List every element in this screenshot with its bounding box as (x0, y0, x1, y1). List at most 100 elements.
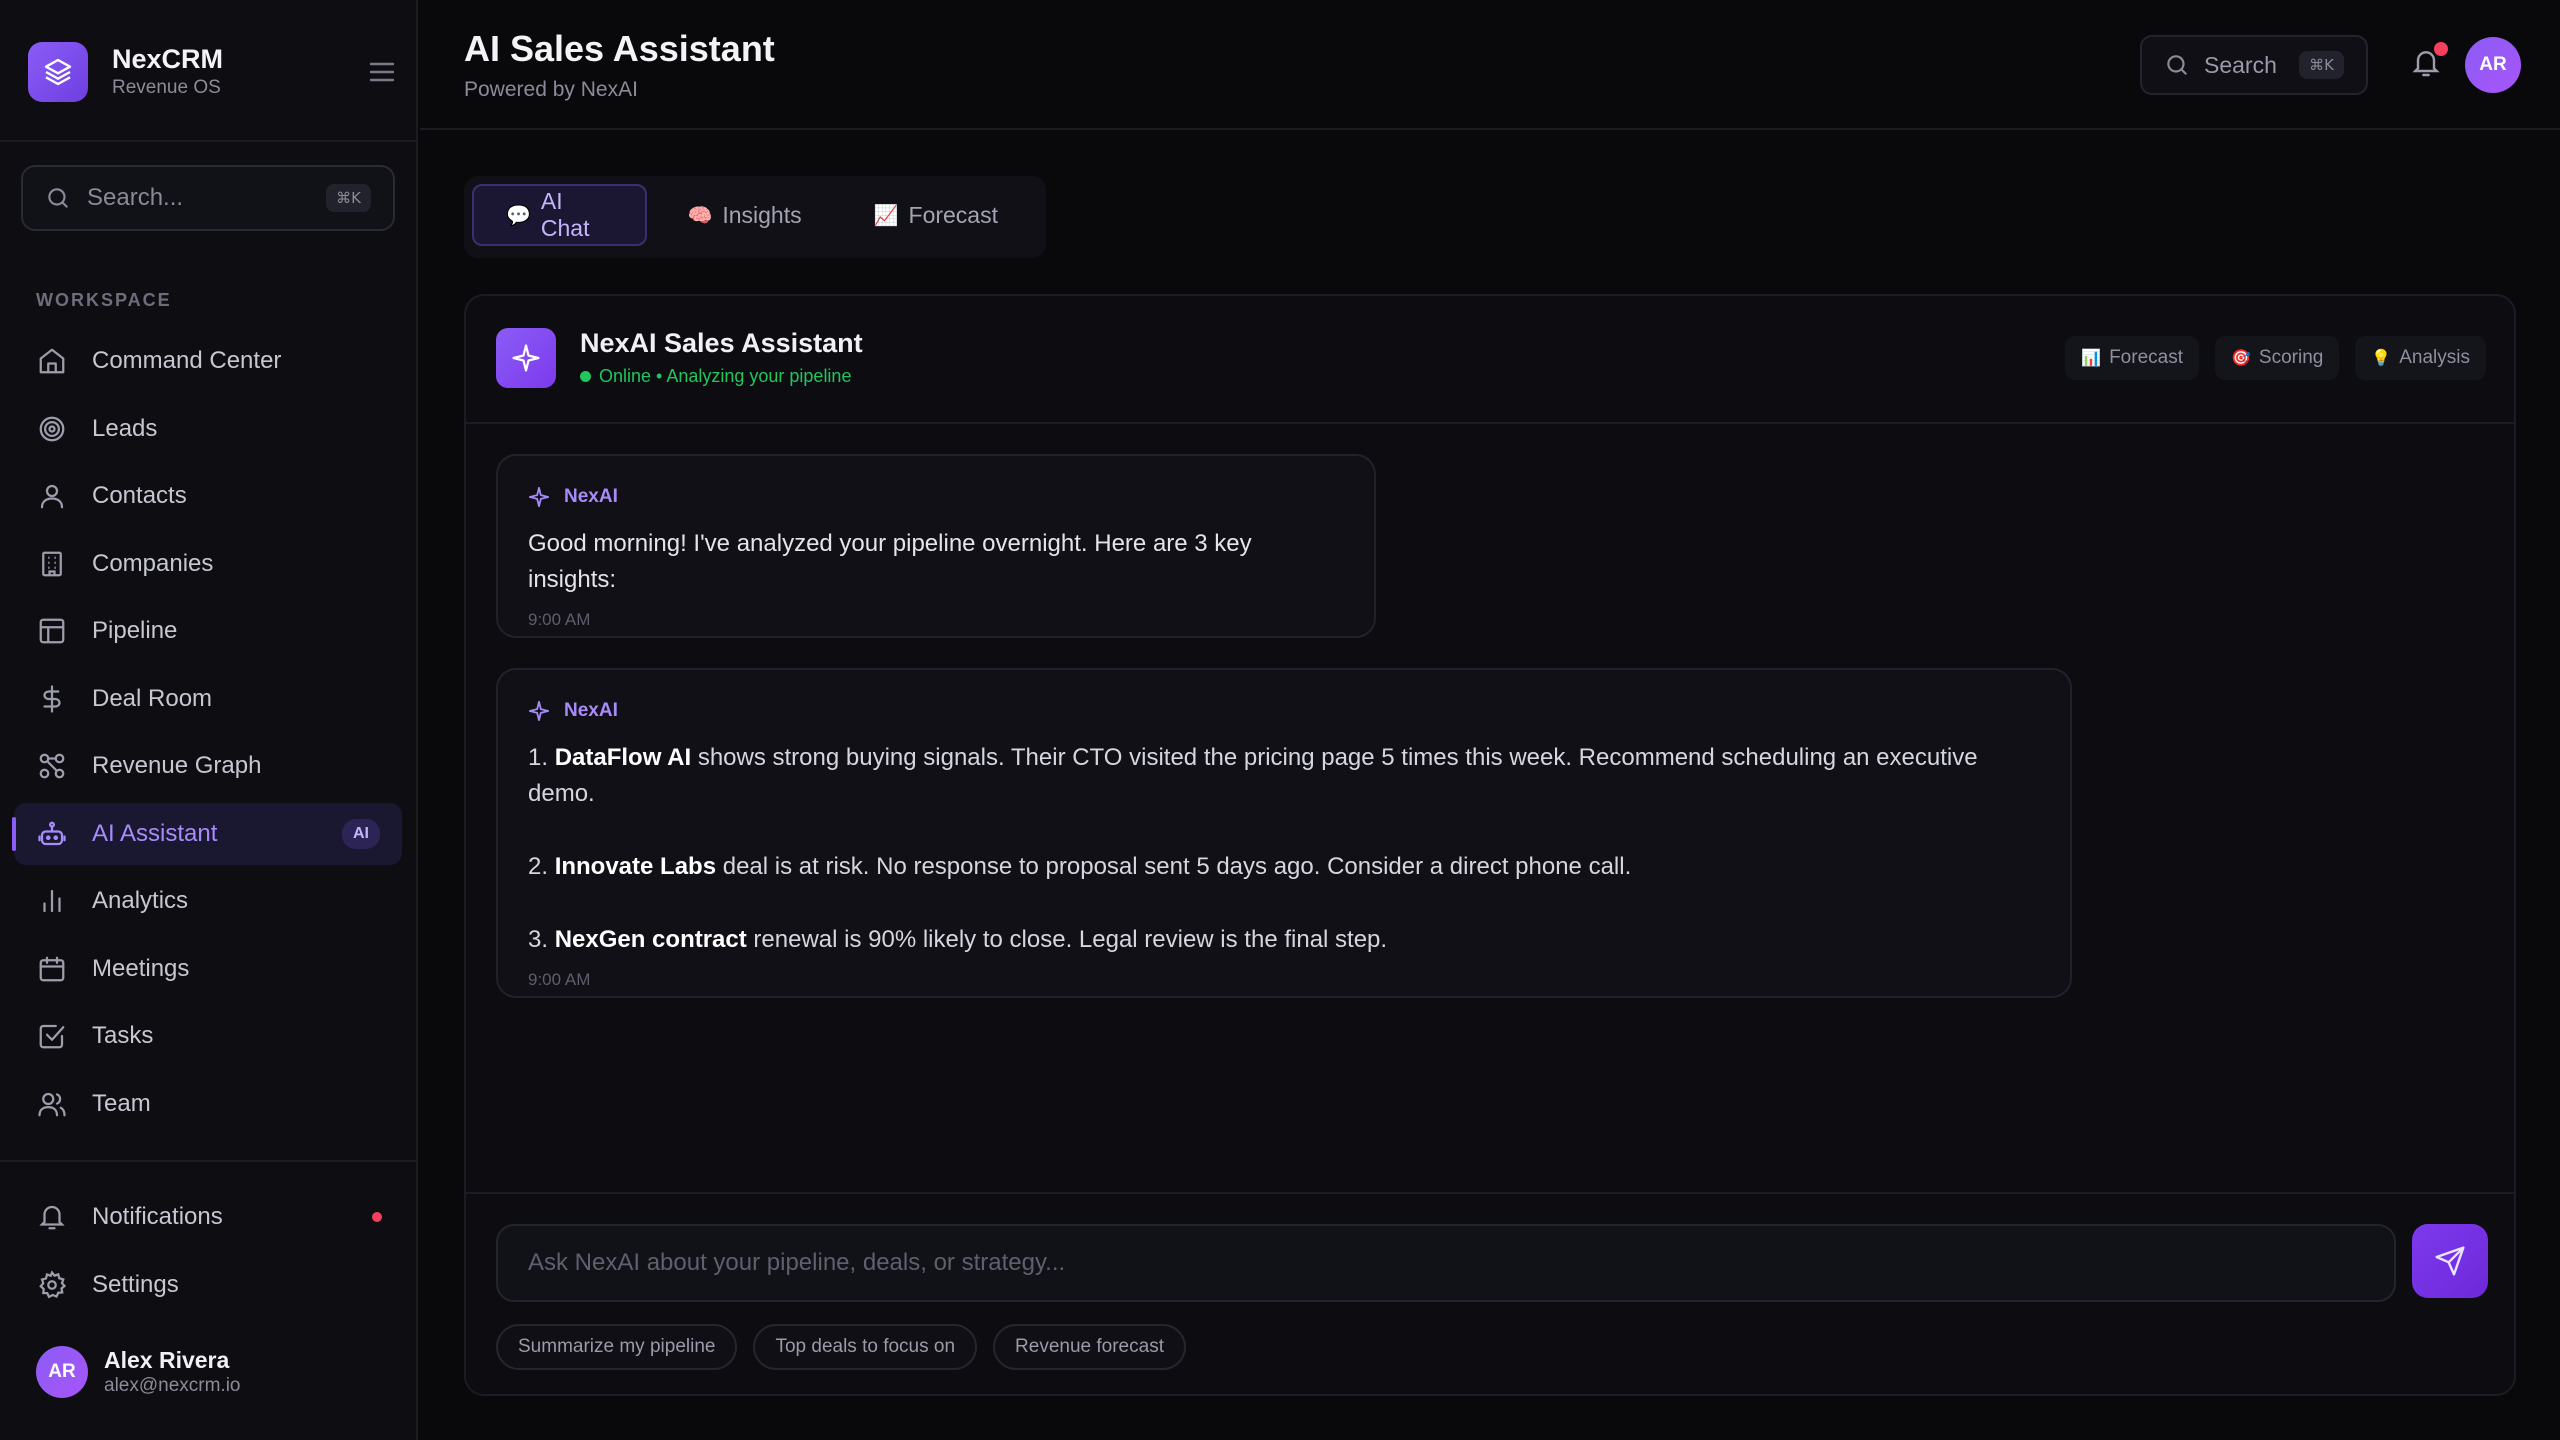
user-icon (36, 480, 68, 512)
sidebar-item-revenue-graph[interactable]: Revenue Graph (14, 735, 402, 797)
trend-chart-icon: 📈 (873, 204, 899, 227)
tab-forecast[interactable]: 📈 Forecast (842, 184, 1030, 246)
insight-number: 1. (528, 744, 549, 771)
insight-text: deal is at risk. No response to proposal… (722, 853, 1632, 880)
suggestion-top-deals[interactable]: Top deals to focus on (753, 1324, 978, 1370)
graph-icon (36, 750, 68, 782)
sidebar-item-label: Leads (92, 414, 158, 442)
sidebar-divider (0, 140, 418, 142)
sparkle-icon (528, 700, 564, 722)
message-sender: NexAI (528, 700, 2040, 722)
assistant-mode-chips: 📊 Forecast 🎯 Scoring 💡 Analysis (2049, 336, 2486, 380)
insight-item: 3. NexGen contract renewal is 90% likely… (528, 922, 2040, 958)
sidebar-item-ai-assistant[interactable]: AI Assistant AI (12, 802, 402, 865)
gear-icon (36, 1269, 68, 1301)
calendar-icon (36, 953, 68, 985)
user-profile[interactable]: AR Alex Rivera alex@nexcrm.io (36, 1346, 241, 1398)
sparkle-icon (496, 328, 556, 388)
sidebar-search-input[interactable]: Search... ⌘K (21, 165, 395, 231)
insight-number: 3. (528, 926, 549, 953)
dollar-icon (36, 683, 68, 715)
chip-analysis[interactable]: 💡 Analysis (2355, 336, 2486, 380)
lightbulb-icon: 💡 (2371, 350, 2392, 367)
sidebar-item-label: Team (92, 1089, 151, 1117)
bot-icon (36, 818, 68, 850)
sidebar-nav: Command Center Leads Contacts Companies … (12, 330, 402, 1140)
assistant-status: Online • Analyzing your pipeline (580, 366, 851, 387)
sidebar-search-placeholder: Search... (87, 184, 184, 211)
tab-ai-chat[interactable]: 💬 AI Chat (472, 184, 648, 246)
sidebar-item-leads[interactable]: Leads (14, 398, 402, 460)
global-search-button[interactable]: Search ⌘K (2140, 35, 2368, 95)
layers-logo-icon[interactable] (28, 42, 88, 102)
sparkle-icon (528, 486, 564, 508)
notification-dot (2434, 42, 2448, 56)
sender-name: NexAI (564, 486, 618, 507)
users-icon (36, 1088, 68, 1120)
target-icon: 🎯 (2230, 350, 2251, 367)
chip-forecast[interactable]: 📊 Forecast (2065, 336, 2199, 380)
chip-scoring[interactable]: 🎯 Scoring (2214, 336, 2340, 380)
brand-subtitle: Revenue OS (112, 77, 221, 98)
target-icon (36, 413, 68, 445)
sidebar: NexCRM Revenue OS Search... ⌘K WORKSPACE… (0, 0, 418, 1440)
user-email: alex@nexcrm.io (104, 1375, 241, 1396)
notifications-bell-icon[interactable] (2410, 42, 2448, 82)
sidebar-item-label: Analytics (92, 887, 189, 914)
home-icon (36, 345, 68, 377)
suggestion-summarize-pipeline[interactable]: Summarize my pipeline (496, 1324, 738, 1370)
sidebar-item-deal-room[interactable]: Deal Room (14, 668, 402, 730)
insight-account: NexGen contract (554, 926, 747, 953)
shortcut-badge: ⌘K (2299, 51, 2344, 79)
sidebar-item-tasks[interactable]: Tasks (14, 1005, 402, 1067)
sidebar-item-label: Settings (92, 1270, 179, 1298)
send-button[interactable] (2412, 1224, 2488, 1298)
insight-account: DataFlow AI (554, 744, 692, 771)
assistant-status-text: Online • Analyzing your pipeline (599, 366, 852, 386)
header-avatar[interactable]: AR (2465, 37, 2521, 93)
chip-label: Scoring (2258, 347, 2324, 368)
send-icon (2434, 1245, 2466, 1277)
tab-label: Insights (722, 201, 802, 228)
insight-list: 1. DataFlow AI shows strong buying signa… (528, 740, 2040, 958)
sidebar-item-settings[interactable]: Settings (14, 1254, 402, 1316)
sidebar-item-label: Deal Room (92, 684, 213, 712)
insight-text: shows strong buying signals. Their CTO v… (528, 744, 1978, 807)
view-tabs: 💬 AI Chat 🧠 Insights 📈 Forecast (464, 176, 1046, 258)
sidebar-item-analytics[interactable]: Analytics (14, 870, 402, 932)
message-text: Good morning! I've analyzed your pipelin… (528, 530, 1252, 593)
ai-badge: AI (342, 818, 380, 849)
building-icon (36, 548, 68, 580)
bar-chart-icon (36, 885, 68, 917)
chat-bubble-icon: 💬 (506, 204, 531, 227)
sidebar-item-team[interactable]: Team (14, 1073, 402, 1135)
page-header: AI Sales Assistant Powered by NexAI Sear… (420, 0, 2560, 130)
sidebar-item-contacts[interactable]: Contacts (14, 465, 402, 527)
checkbox-icon (36, 1020, 68, 1052)
sidebar-item-label: Contacts (92, 482, 187, 509)
sidebar-item-notifications[interactable]: Notifications (14, 1186, 402, 1248)
ask-field[interactable] (496, 1224, 2396, 1302)
suggestion-list: Summarize my pipeline Top deals to focus… (496, 1324, 1202, 1370)
sidebar-item-label: Tasks (92, 1022, 154, 1049)
sidebar-item-label: AI Assistant (92, 819, 218, 847)
global-search-label: Search (2204, 51, 2277, 78)
sidebar-item-companies[interactable]: Companies (14, 533, 402, 595)
assistant-name: NexAI Sales Assistant (580, 328, 863, 358)
sidebar-item-meetings[interactable]: Meetings (14, 938, 402, 1000)
suggestion-revenue-forecast[interactable]: Revenue forecast (993, 1324, 1186, 1370)
chat-composer: Summarize my pipeline Top deals to focus… (466, 1192, 2514, 1394)
sidebar-item-pipeline[interactable]: Pipeline (14, 600, 402, 662)
insight-item: 2. Innovate Labs deal is at risk. No res… (528, 849, 2040, 885)
avatar: AR (36, 1346, 88, 1398)
message-time: 9:00 AM (528, 970, 591, 989)
section-label-workspace: WORKSPACE (36, 290, 172, 310)
sidebar-item-command-center[interactable]: Command Center (14, 330, 402, 392)
ask-input[interactable] (528, 1249, 2394, 1277)
chat-panel: NexAI Sales Assistant Online • Analyzing… (464, 294, 2516, 1396)
tab-insights[interactable]: 🧠 Insights (655, 184, 833, 246)
menu-icon[interactable] (366, 56, 398, 88)
brain-icon: 🧠 (687, 204, 713, 227)
online-indicator (580, 371, 591, 382)
brand: NexCRM Revenue OS (28, 42, 398, 102)
